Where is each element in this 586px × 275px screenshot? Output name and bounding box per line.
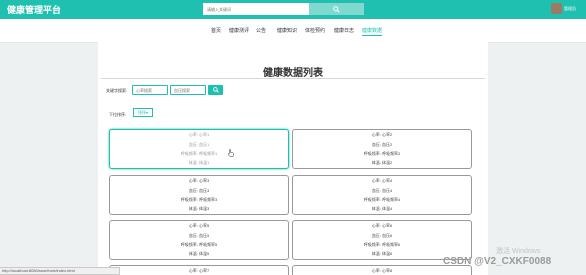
- blood-pressure: 血压: 血压1: [188, 142, 210, 147]
- search-icon: [333, 5, 340, 13]
- blood-pressure: 血压: 血压6: [371, 233, 393, 238]
- health-data-card[interactable]: 心率: 心率2 血压: 血压2 呼吸频率: 呼吸频率2 体温: 体温2: [292, 129, 472, 169]
- heart-rate: 心率: 心率1: [188, 132, 210, 137]
- site-title: 健康管理平台: [7, 5, 62, 15]
- avatar[interactable]: [551, 3, 562, 14]
- blood-pressure: 血压: 血压5: [188, 233, 210, 238]
- heart-rate: 心率: 心率8: [371, 268, 393, 273]
- blood-pressure: 血压: 血压2: [371, 142, 393, 147]
- search-input[interactable]: [203, 3, 309, 15]
- filter-search-button[interactable]: [208, 85, 223, 95]
- header-search: [203, 3, 364, 15]
- respiratory-rate: 呼吸频率: 呼吸频率5: [180, 242, 218, 247]
- search-icon: [212, 87, 219, 93]
- title-divider: [101, 78, 485, 79]
- health-data-card[interactable]: 心率: 心率4 血压: 血压4 呼吸频率: 呼吸频率4 体温: 体温4: [292, 175, 472, 215]
- respiratory-rate: 呼吸频率: 呼吸频率2: [363, 151, 401, 156]
- page-title: 健康数据列表: [263, 68, 323, 79]
- body-temperature: 体温: 体温5: [188, 251, 210, 256]
- respiratory-rate: 呼吸频率: 呼吸频率4: [363, 197, 401, 202]
- nav-item-checkup[interactable]: 体检预约: [305, 27, 325, 34]
- nav-item-home[interactable]: 首页: [211, 27, 221, 34]
- nav-item-assessment[interactable]: 健康测评: [229, 27, 249, 34]
- nav-item-knowledge[interactable]: 健康知识: [277, 27, 297, 34]
- heart-rate: 心率: 心率2: [371, 132, 393, 137]
- nav-item-health-data[interactable]: 健康数据: [362, 27, 383, 36]
- main-nav: 首页 健康测评 公告 健康知识 体检预约 健康日志 健康数据: [0, 19, 586, 43]
- health-data-card[interactable]: 心率: 心率7: [109, 265, 289, 275]
- content-panel: 健康数据列表 关键字搜索: 下拉排序: 排序▾ 心率: 心率1 血压: 血压1 …: [98, 42, 488, 275]
- heart-rate-search-input[interactable]: [132, 85, 168, 95]
- body-temperature: 体温: 体温4: [371, 206, 393, 211]
- blood-pressure: 血压: 血压4: [371, 188, 393, 193]
- status-bar-url: http://localhost:8080/ssm/front/index.ht…: [0, 267, 120, 275]
- health-data-card[interactable]: 心率: 心率6 血压: 血压6 呼吸频率: 呼吸频率6 体温: 体温6: [292, 220, 472, 260]
- heart-rate: 心率: 心率3: [188, 178, 210, 183]
- user-name[interactable]: 管理员: [564, 6, 576, 12]
- health-data-card[interactable]: 心率: 心率1 血压: 血压1 呼吸频率: 呼吸频率1 体温: 体温1: [109, 129, 289, 169]
- respiratory-rate: 呼吸频率: 呼吸频率1: [180, 151, 218, 156]
- health-data-card[interactable]: 心率: 心率5 血压: 血压5 呼吸频率: 呼吸频率5 体温: 体温5: [109, 220, 289, 260]
- sort-label: 下拉排序:: [109, 112, 127, 117]
- heart-rate: 心率: 心率7: [188, 268, 210, 273]
- blood-pressure-search-input[interactable]: [170, 85, 206, 95]
- body-temperature: 体温: 体温3: [188, 206, 210, 211]
- csdn-watermark: CSDN @V2_CXKF0088: [443, 256, 552, 267]
- body-temperature: 体温: 体温1: [188, 160, 210, 165]
- body-temperature: 体温: 体温2: [371, 160, 393, 165]
- respiratory-rate: 呼吸频率: 呼吸频率6: [363, 242, 401, 247]
- search-button[interactable]: [309, 3, 364, 15]
- sort-select-value: 排序: [137, 109, 146, 115]
- nav-item-notice[interactable]: 公告: [256, 27, 266, 34]
- heart-rate: 心率: 心率5: [188, 223, 210, 228]
- respiratory-rate: 呼吸频率: 呼吸频率3: [180, 197, 218, 202]
- heart-rate: 心率: 心率6: [371, 223, 393, 228]
- heart-rate: 心率: 心率4: [371, 178, 393, 183]
- windows-activation-watermark: 激活 Windows: [496, 248, 541, 255]
- blood-pressure: 血压: 血压3: [188, 188, 210, 193]
- health-data-card[interactable]: 心率: 心率3 血压: 血压3 呼吸频率: 呼吸频率3 体温: 体温3: [109, 175, 289, 215]
- sort-select[interactable]: 排序 ▾: [133, 108, 153, 117]
- nav-item-log[interactable]: 健康日志: [334, 27, 354, 34]
- chevron-down-icon: ▾: [145, 110, 148, 115]
- mouse-cursor-icon: [228, 149, 234, 157]
- filter-label: 关键字搜索:: [106, 88, 128, 93]
- top-bar: 健康管理平台 管理员: [0, 0, 586, 19]
